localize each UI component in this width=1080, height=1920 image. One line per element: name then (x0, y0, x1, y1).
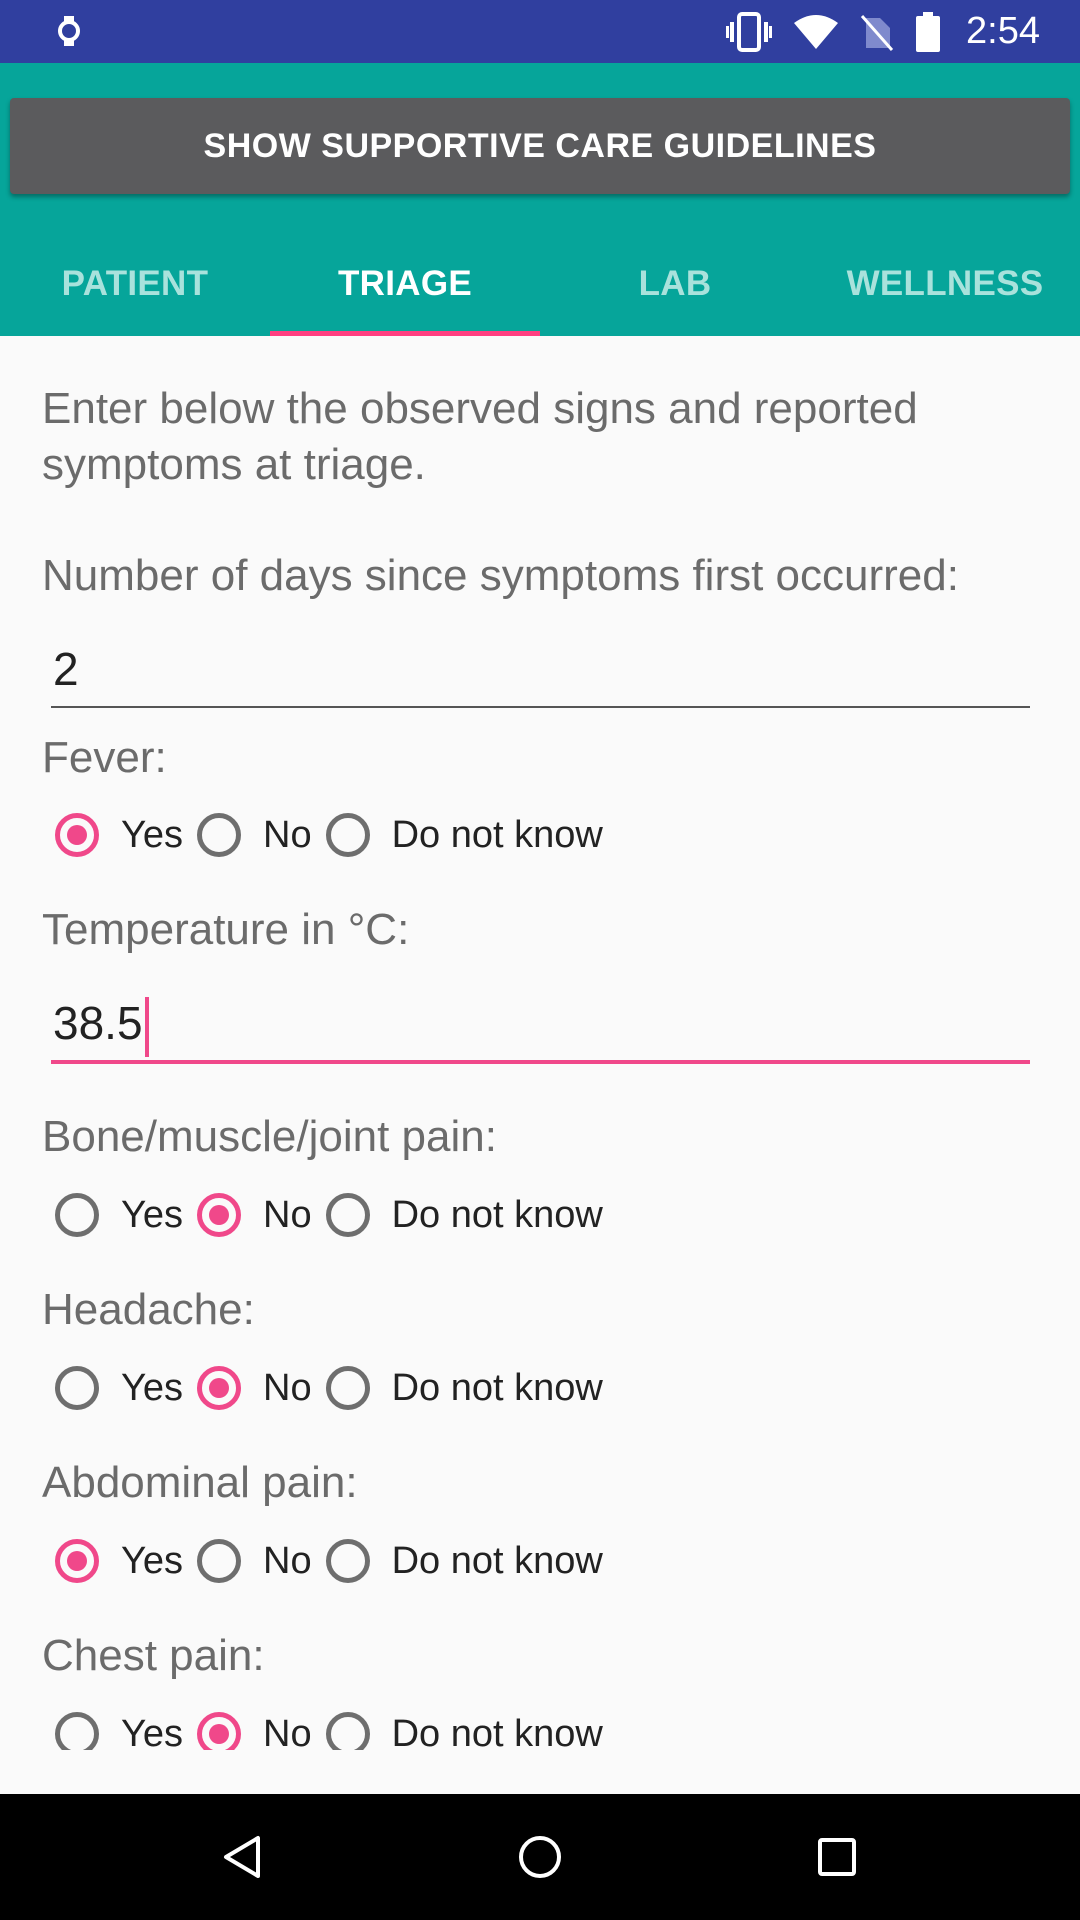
radio-checked-icon (197, 1712, 241, 1750)
headache-radio-group: Yes No Do not know (55, 1358, 617, 1418)
chest-pain-label: Chest pain: (42, 1631, 265, 1680)
chest-pain-yes-radio[interactable]: Yes (55, 1712, 183, 1750)
fever-radio-group: Yes No Do not know (55, 805, 617, 865)
radio-label: No (263, 1712, 312, 1751)
radio-label: Yes (121, 1539, 183, 1582)
bone-pain-no-radio[interactable]: No (197, 1193, 312, 1237)
watch-icon (58, 16, 80, 46)
bone-pain-yes-radio[interactable]: Yes (55, 1193, 183, 1237)
radio-label: Do not know (391, 1539, 603, 1582)
battery-icon (916, 11, 941, 52)
chest-pain-no-radio[interactable]: No (197, 1712, 312, 1750)
headache-no-radio[interactable]: No (197, 1366, 312, 1410)
radio-unchecked-icon (55, 1712, 99, 1750)
bone-pain-label: Bone/muscle/joint pain: (42, 1112, 497, 1161)
radio-label: Yes (121, 813, 183, 856)
days-input[interactable]: 2 (51, 636, 1030, 708)
wifi-icon (794, 14, 839, 49)
radio-label: No (263, 1366, 312, 1409)
radio-checked-icon (55, 1539, 99, 1583)
tab-bar: PATIENT TRIAGE LAB WELLNESS (0, 231, 1080, 336)
triage-form: Enter below the observed signs and repor… (0, 336, 1080, 1750)
bone-pain-radio-group: Yes No Do not know (55, 1185, 617, 1245)
radio-label: No (263, 1193, 312, 1236)
abdominal-pain-radio-group: Yes No Do not know (55, 1531, 617, 1591)
radio-label: Yes (121, 1366, 183, 1409)
clock: 2:54 (966, 10, 1040, 52)
intro-text: Enter below the observed signs and repor… (42, 384, 918, 489)
text-cursor (144, 996, 149, 1057)
radio-unchecked-icon (197, 813, 241, 857)
fever-yes-radio[interactable]: Yes (55, 813, 183, 857)
days-label: Number of days since symptoms first occu… (42, 551, 959, 600)
radio-unchecked-icon (197, 1539, 241, 1583)
radio-label: Yes (121, 1712, 183, 1751)
radio-unchecked-icon (325, 813, 370, 857)
chest-pain-radio-group: Yes No Do not know (55, 1704, 617, 1750)
days-value: 2 (53, 643, 79, 695)
tab-wellness[interactable]: WELLNESS (810, 231, 1080, 336)
radio-label: No (263, 1539, 312, 1582)
radio-checked-icon (197, 1366, 241, 1410)
tab-patient[interactable]: PATIENT (0, 231, 270, 336)
abdominal-pain-yes-radio[interactable]: Yes (55, 1539, 183, 1583)
fever-no-radio[interactable]: No (197, 813, 312, 857)
tab-lab[interactable]: LAB (540, 231, 810, 336)
radio-label: Do not know (391, 1193, 603, 1236)
back-icon[interactable] (218, 1832, 268, 1882)
temperature-value: 38.5 (53, 997, 143, 1049)
abdominal-pain-no-radio[interactable]: No (197, 1539, 312, 1583)
fever-label: Fever: (42, 733, 167, 782)
home-icon[interactable] (515, 1832, 565, 1882)
headache-yes-radio[interactable]: Yes (55, 1366, 183, 1410)
radio-label: No (263, 813, 312, 856)
recents-icon[interactable] (812, 1832, 862, 1882)
radio-label: Do not know (391, 813, 603, 856)
radio-label: Yes (121, 1193, 183, 1236)
status-bar: 2:54 (0, 0, 1080, 63)
radio-unchecked-icon (55, 1366, 99, 1410)
abdominal-pain-label: Abdominal pain: (42, 1458, 358, 1507)
app-header: SHOW SUPPORTIVE CARE GUIDELINES PATIENT … (0, 63, 1080, 336)
radio-checked-icon (55, 813, 99, 857)
no-sim-icon (860, 14, 894, 51)
show-guidelines-button[interactable]: SHOW SUPPORTIVE CARE GUIDELINES (10, 98, 1070, 194)
radio-unchecked-icon (325, 1712, 370, 1750)
vibrate-icon (726, 11, 773, 52)
radio-label: Do not know (391, 1366, 603, 1409)
navigation-bar (0, 1794, 1080, 1920)
radio-checked-icon (197, 1193, 241, 1237)
temperature-label: Temperature in °C: (42, 905, 410, 954)
radio-unchecked-icon (55, 1193, 99, 1237)
radio-unchecked-icon (325, 1539, 370, 1583)
temperature-input[interactable]: 38.5 (51, 990, 1030, 1064)
chest-pain-unknown-radio[interactable]: Do not know (325, 1712, 603, 1751)
radio-unchecked-icon (325, 1366, 370, 1410)
fever-unknown-radio[interactable]: Do not know (325, 813, 603, 857)
radio-unchecked-icon (325, 1193, 370, 1237)
radio-label: Do not know (391, 1712, 603, 1751)
abdominal-pain-unknown-radio[interactable]: Do not know (325, 1539, 603, 1583)
bone-pain-unknown-radio[interactable]: Do not know (325, 1193, 603, 1237)
tab-triage[interactable]: TRIAGE (270, 231, 540, 336)
headache-unknown-radio[interactable]: Do not know (325, 1366, 603, 1410)
headache-label: Headache: (42, 1285, 255, 1334)
